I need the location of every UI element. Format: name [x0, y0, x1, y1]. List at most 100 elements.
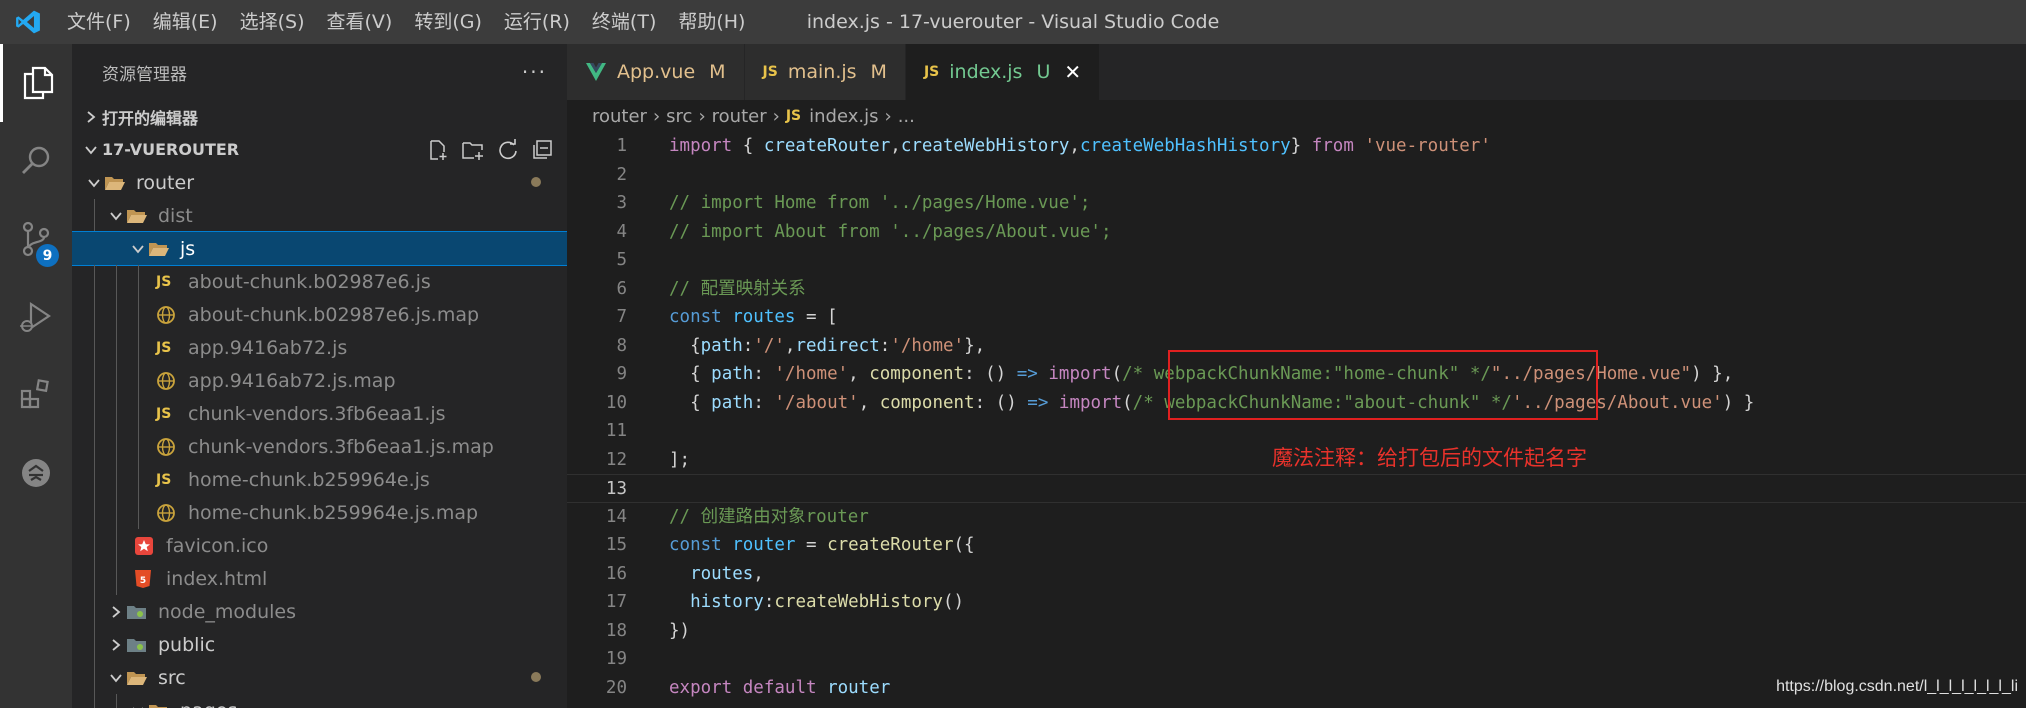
- open-editors-section[interactable]: 打开的编辑器: [72, 100, 567, 133]
- tree-item[interactable]: router: [72, 166, 567, 199]
- collapse-all-icon[interactable]: [531, 139, 553, 161]
- tree-item[interactable]: public: [72, 628, 567, 661]
- tab-main-js[interactable]: JS main.js M: [744, 44, 906, 100]
- breadcrumb-item[interactable]: src: [666, 106, 692, 127]
- new-folder-icon[interactable]: [461, 139, 485, 161]
- more-actions-icon[interactable]: ···: [522, 60, 547, 84]
- activity-bar: 9: [0, 44, 72, 708]
- tree-item[interactable]: pages: [72, 694, 567, 708]
- code-line: 6// 配置映射关系: [567, 275, 2026, 304]
- code-line: 4// import About from '../pages/About.vu…: [567, 218, 2026, 247]
- indent-guide: [94, 529, 95, 562]
- run-debug-button[interactable]: [0, 278, 72, 356]
- menu-run[interactable]: 运行(R): [493, 0, 581, 44]
- indent-guide: [138, 397, 139, 430]
- menu-bar: 文件(F) 编辑(E) 选择(S) 查看(V) 转到(G) 运行(R) 终端(T…: [56, 0, 756, 44]
- indent-guide: [116, 265, 117, 298]
- explorer-title: 资源管理器: [102, 64, 187, 85]
- tree-item[interactable]: JS home-chunk.b259964e.js: [72, 463, 567, 496]
- line-number: 19: [605, 649, 627, 669]
- favicon-file-icon: [134, 536, 162, 556]
- modified-indicator: [531, 177, 541, 187]
- tree-item[interactable]: chunk-vendors.3fb6eaa1.js.map: [72, 430, 567, 463]
- extensions-button[interactable]: [0, 356, 72, 434]
- line-number: 14: [605, 506, 627, 527]
- tab-status-badge: M: [870, 61, 887, 83]
- project-name: 17-VUEROUTER: [102, 140, 240, 159]
- menu-view[interactable]: 查看(V): [316, 0, 404, 44]
- code-line: 17 history:createWebHistory(): [567, 588, 2026, 617]
- indent-guide: [94, 397, 95, 430]
- js-file-icon: JS: [762, 64, 778, 80]
- line-number: 20: [605, 677, 627, 698]
- tree-item[interactable]: favicon.ico: [72, 529, 567, 562]
- map-file-icon: [156, 437, 184, 457]
- code-editor[interactable]: 1 import { createRouter,createWebHistory,…: [567, 132, 2026, 708]
- breadcrumb-item[interactable]: router: [712, 106, 767, 127]
- js-file-icon: JS: [156, 405, 172, 422]
- new-file-icon[interactable]: [427, 139, 449, 161]
- menu-help[interactable]: 帮助(H): [667, 0, 756, 44]
- source-control-button[interactable]: 9: [0, 200, 72, 278]
- chevron-right-icon: [106, 638, 126, 652]
- chevron-right-icon: [106, 605, 126, 619]
- line-number: 11: [605, 421, 627, 441]
- project-section[interactable]: 17-VUEROUTER: [72, 133, 567, 166]
- tree-item[interactable]: app.9416ab72.js.map: [72, 364, 567, 397]
- tree-item[interactable]: JS chunk-vendors.3fb6eaa1.js: [72, 397, 567, 430]
- menu-selection[interactable]: 选择(S): [229, 0, 316, 44]
- tree-item[interactable]: dist: [72, 199, 567, 232]
- menu-terminal[interactable]: 终端(T): [581, 0, 667, 44]
- watermark: https://blog.csdn.net/l_l_l_l_l_l_l_li: [1776, 678, 2018, 695]
- code-line: 3// import Home from '../pages/Home.vue'…: [567, 189, 2026, 218]
- indent-guide: [94, 430, 95, 463]
- refresh-icon[interactable]: [497, 138, 519, 161]
- indent-guide: [116, 694, 117, 708]
- tree-item[interactable]: home-chunk.b259964e.js.map: [72, 496, 567, 529]
- tree-item[interactable]: src: [72, 661, 567, 694]
- line-number: 18: [605, 620, 627, 641]
- indent-guide: [94, 364, 95, 397]
- explorer-button[interactable]: [0, 44, 72, 122]
- tree-item[interactable]: JS about-chunk.b02987e6.js: [72, 265, 567, 298]
- code-line: 16 routes,: [567, 560, 2026, 589]
- extensions-icon: [20, 379, 49, 409]
- js-file-icon: JS: [785, 108, 802, 124]
- js-file-icon: JS: [156, 471, 172, 488]
- search-button[interactable]: [0, 122, 72, 200]
- tab-status-badge: M: [709, 61, 726, 83]
- title-bar: 文件(F) 编辑(E) 选择(S) 查看(V) 转到(G) 运行(R) 终端(T…: [0, 0, 2026, 44]
- close-icon[interactable]: ✕: [1064, 60, 1081, 84]
- indent-guide: [138, 331, 139, 364]
- breadcrumb-file[interactable]: index.js: [809, 106, 878, 127]
- code-line: 15 const router = createRouter({: [567, 531, 2026, 560]
- tree-item-label: home-chunk.b259964e.js: [188, 468, 430, 491]
- tree-item[interactable]: about-chunk.b02987e6.js.map: [72, 298, 567, 331]
- menu-edit[interactable]: 编辑(E): [142, 0, 229, 44]
- tab-index-js[interactable]: JS index.js U ✕: [905, 44, 1101, 100]
- breadcrumb-item[interactable]: router: [592, 106, 647, 127]
- chevron-right-icon: ›: [772, 105, 780, 127]
- line-number: 6: [616, 278, 627, 299]
- indent-guide: [94, 298, 95, 331]
- menu-go[interactable]: 转到(G): [403, 0, 493, 44]
- remote-button[interactable]: [0, 434, 72, 512]
- tree-item[interactable]: 5 index.html: [72, 562, 567, 595]
- tab-app-vue[interactable]: App.vue M: [567, 44, 745, 100]
- explorer-sidebar: 资源管理器 ··· 打开的编辑器 17-VUEROUTER router dist…: [72, 44, 567, 708]
- tab-label: App.vue: [617, 61, 696, 83]
- indent-guide: [138, 430, 139, 463]
- tree-item[interactable]: node_modules: [72, 595, 567, 628]
- breadcrumb-symbol[interactable]: ...: [898, 106, 915, 127]
- tree-item-label: about-chunk.b02987e6.js.map: [188, 303, 480, 326]
- chevron-down-icon: [128, 244, 148, 254]
- line-number: 4: [616, 221, 627, 242]
- code-line: 7 const routes = [: [567, 303, 2026, 332]
- js-file-icon: JS: [156, 273, 172, 290]
- indent-guide: [138, 496, 139, 529]
- tree-item[interactable]: js: [72, 231, 567, 266]
- menu-file[interactable]: 文件(F): [56, 0, 142, 44]
- line-number: 7: [616, 307, 627, 327]
- tree-item[interactable]: JS app.9416ab72.js: [72, 331, 567, 364]
- code-line: 1 import { createRouter,createWebHistory,…: [567, 132, 2026, 161]
